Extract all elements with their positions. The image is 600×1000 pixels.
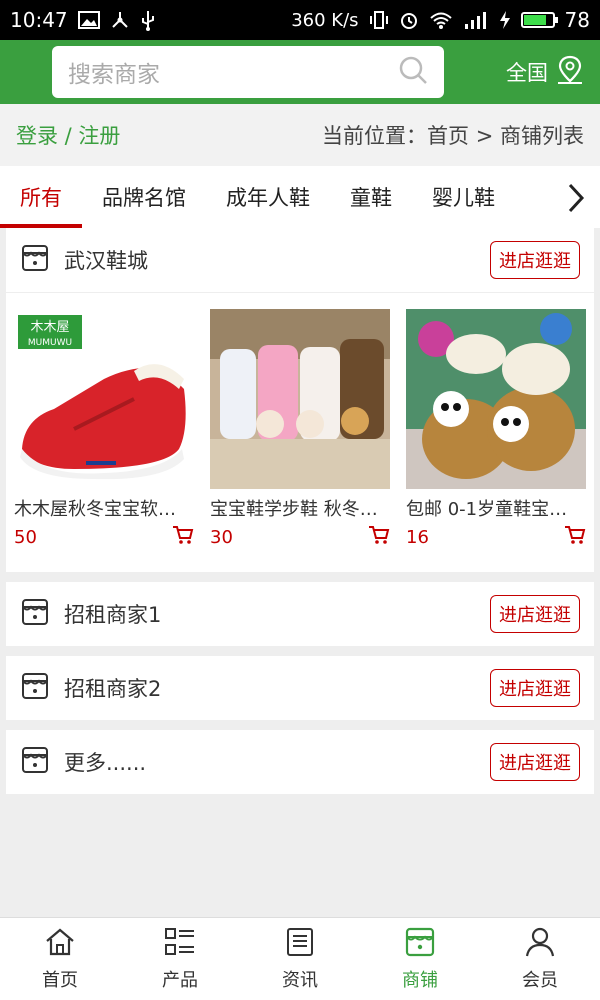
vibrate-icon [369,10,389,30]
share-icon [110,10,130,30]
wifi-icon [429,10,453,30]
brand-logo-text: 木木屋 [30,320,69,335]
product-card[interactable]: 包邮 0-1岁童鞋宝… 16 [406,309,586,560]
product-list: 木木屋 MUMUWU 木木屋秋冬宝宝软… 50 宝宝鞋学步鞋 秋冬… 30 包邮… [6,292,594,572]
cart-icon[interactable] [564,525,586,549]
tab-kids-shoes[interactable]: 童鞋 [330,166,412,228]
tab-baby-shoes[interactable]: 婴儿鞋 [412,166,515,228]
signal-icon [463,10,489,30]
enter-shop-button[interactable]: 进店逛逛 [490,743,580,781]
store-icon [20,597,50,631]
list-icon [164,927,196,962]
store-icon [20,745,50,779]
login-register-link[interactable]: 登录 / 注册 [16,120,120,150]
product-price: 16 [406,526,429,548]
enter-shop-button[interactable]: 进店逛逛 [490,595,580,633]
product-price: 50 [14,526,37,548]
product-image[interactable] [210,309,390,489]
chevron-right-icon[interactable] [566,182,586,219]
nav-shops-label: 商铺 [402,969,438,991]
nav-products-label: 产品 [162,969,198,991]
image-icon [77,11,100,29]
tab-adult-shoes[interactable]: 成年人鞋 [206,166,330,228]
shop-name: 招租商家1 [64,603,162,627]
status-bar: 10:47 360 K/s 78 [0,0,600,40]
battery-level: 78 [564,8,590,32]
store-icon [20,243,50,277]
shop-card: 更多...... 进店逛逛 [6,730,594,794]
cart-icon[interactable] [172,525,194,549]
shop-card: 招租商家1 进店逛逛 [6,582,594,646]
clock: 10:47 [10,8,68,32]
shop-card: 招租商家2 进店逛逛 [6,656,594,720]
product-image[interactable] [406,309,586,489]
nav-member[interactable]: 会员 [480,918,600,1000]
search-input[interactable]: 搜索商家 [52,46,444,98]
shop-name: 招租商家2 [64,677,162,701]
product-card[interactable]: 宝宝鞋学步鞋 秋冬… 30 [210,309,390,560]
region-selector[interactable]: 全国 [506,55,584,90]
nav-home[interactable]: 首页 [0,918,120,1000]
product-title[interactable]: 宝宝鞋学步鞋 秋冬… [210,495,390,521]
nav-products[interactable]: 产品 [120,918,240,1000]
enter-shop-button[interactable]: 进店逛逛 [490,241,580,279]
user-icon [524,927,556,962]
search-icon[interactable] [398,55,428,89]
charging-icon [499,10,511,30]
region-label: 全国 [506,61,548,85]
nav-news[interactable]: 资讯 [240,918,360,1000]
news-icon [284,927,316,962]
breadcrumb: 当前位置：首页 > 商铺列表 [322,124,584,148]
product-image[interactable]: 木木屋 MUMUWU [14,309,194,489]
home-icon [44,927,76,962]
product-card[interactable]: 木木屋 MUMUWU 木木屋秋冬宝宝软… 50 [14,309,194,560]
tab-all[interactable]: 所有 [0,166,82,228]
battery-icon [520,12,558,28]
shop-card: 武汉鞋城 进店逛逛 木木屋 MUMUWU 木木屋秋冬宝宝软… 50 宝宝鞋学步鞋… [6,228,594,572]
nav-home-label: 首页 [42,969,78,991]
category-tabs: 所有 品牌名馆 成年人鞋 童鞋 婴儿鞋 [0,166,600,228]
brand-logo-sub: MUMUWU [28,338,72,348]
location-pin-icon [556,55,584,90]
store-icon [20,671,50,705]
breadcrumb-bar: 登录 / 注册 当前位置：首页 > 商铺列表 [0,104,600,166]
top-header: 搜索商家 全国 [0,40,600,104]
shop-name: 武汉鞋城 [64,249,148,273]
more-shops-label[interactable]: 更多...... [64,747,146,777]
nav-shops[interactable]: 商铺 [360,918,480,1000]
product-price: 30 [210,526,233,548]
nav-member-label: 会员 [522,969,558,991]
alarm-icon [399,10,419,30]
tab-brand-hall[interactable]: 品牌名馆 [82,166,206,228]
product-title[interactable]: 木木屋秋冬宝宝软… [14,495,194,521]
nav-news-label: 资讯 [282,969,318,991]
net-speed: 360 K/s [291,9,359,31]
product-title[interactable]: 包邮 0-1岁童鞋宝… [406,495,586,521]
search-placeholder: 搜索商家 [68,62,160,88]
enter-shop-button[interactable]: 进店逛逛 [490,669,580,707]
store-icon [404,927,436,962]
bottom-nav: 首页 产品 资讯 商铺 会员 [0,917,600,1000]
cart-icon[interactable] [368,525,390,549]
usb-icon [140,9,156,31]
